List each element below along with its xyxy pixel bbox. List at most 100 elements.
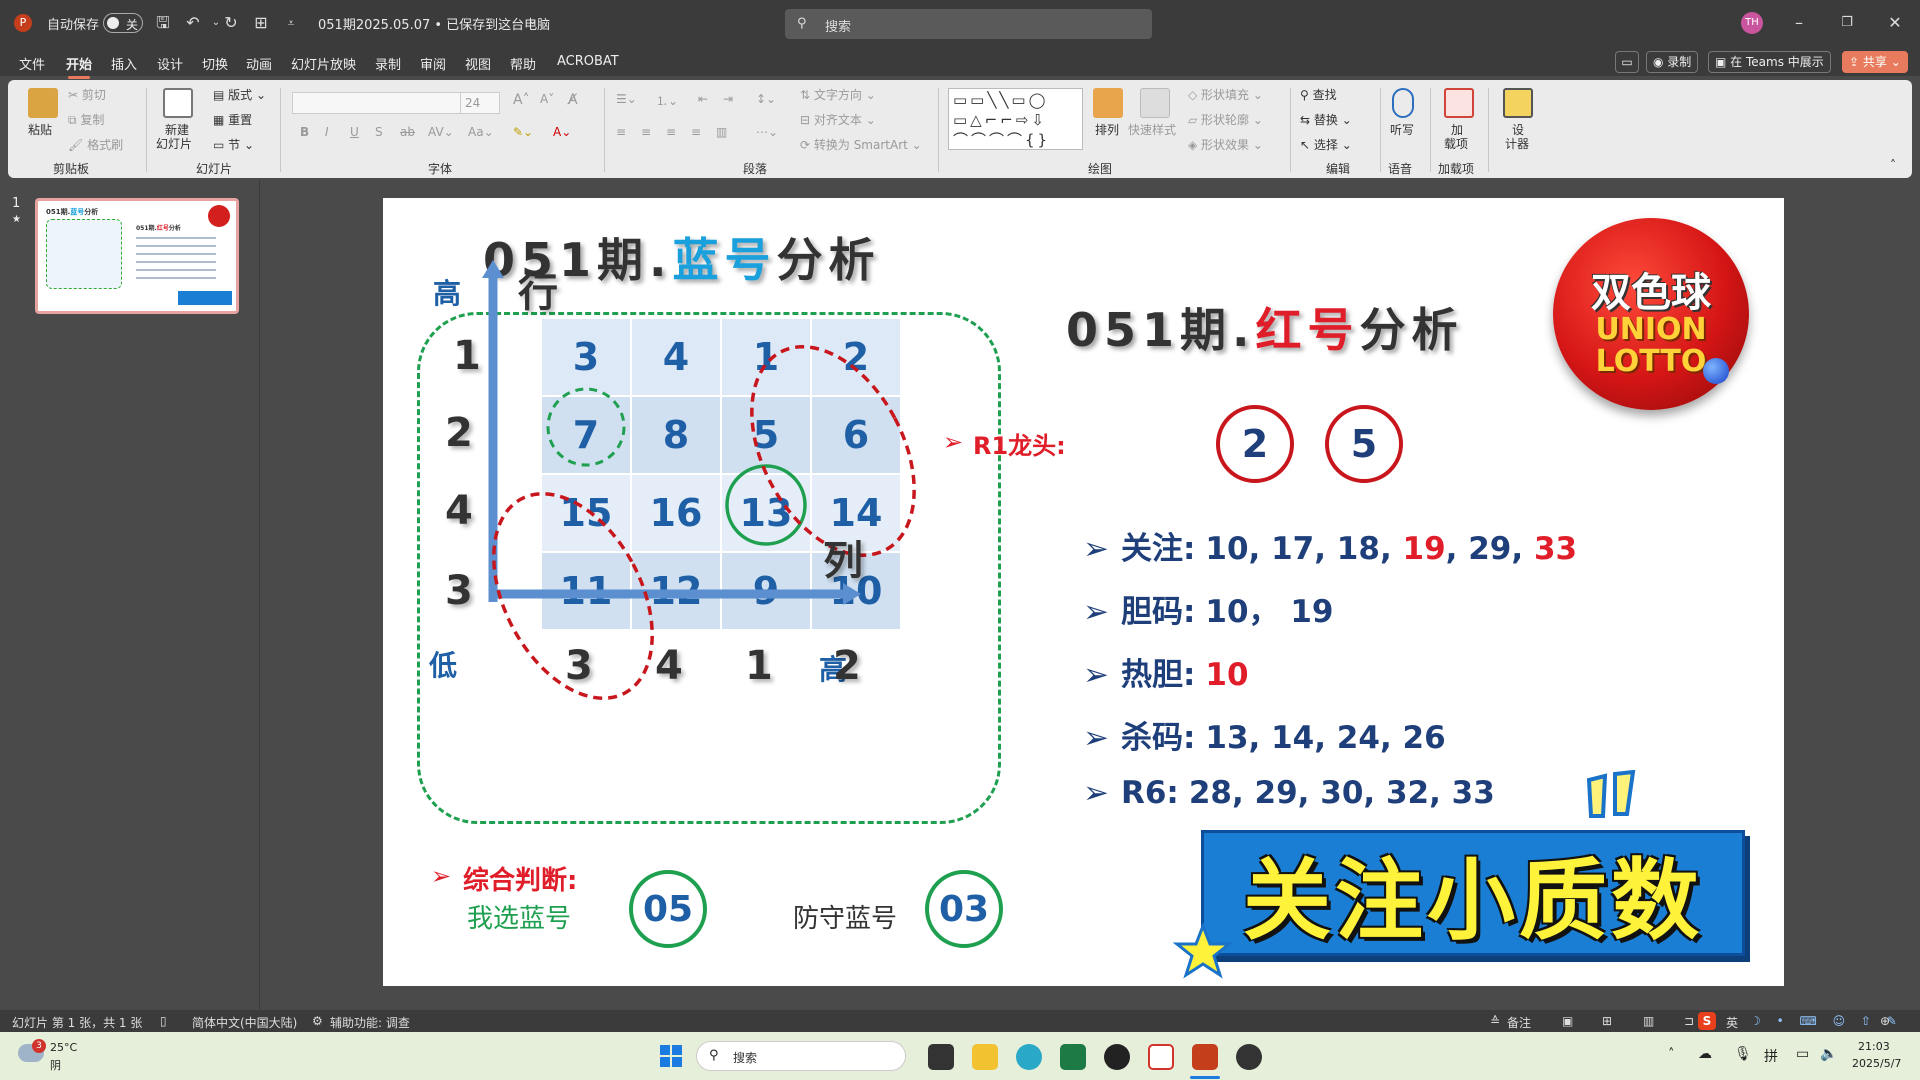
search-input[interactable]: ⚲ 搜索 xyxy=(785,9,1152,39)
tab-slideshow[interactable]: 幻灯片放映 xyxy=(291,54,356,73)
share-button[interactable]: ⇪ 共享 ⌄ xyxy=(1842,51,1908,73)
tab-acrobat[interactable]: ACROBAT xyxy=(557,54,619,69)
align-right-icon[interactable]: ≡ xyxy=(666,125,676,139)
layout-button[interactable]: ▤ 版式 ⌄ xyxy=(213,86,266,103)
reset-button[interactable]: ▦ 重置 xyxy=(213,111,252,128)
quick-styles-icon[interactable] xyxy=(1140,88,1170,118)
autosave-toggle[interactable]: 关 xyxy=(103,13,143,33)
save-icon[interactable]: 🖫 xyxy=(152,12,174,34)
microphone-tray-icon[interactable]: 🎙 xyxy=(1734,1046,1752,1062)
decrease-font-icon[interactable]: A˅ xyxy=(540,92,554,106)
powerpoint-taskbar-icon[interactable] xyxy=(1192,1044,1218,1070)
tab-help[interactable]: 帮助 xyxy=(510,54,536,73)
bold-icon[interactable]: B xyxy=(300,125,309,139)
fit-to-window-icon[interactable]: ⊕ xyxy=(1880,1014,1890,1028)
find-button[interactable]: ⚲ 查找 xyxy=(1300,86,1337,103)
present-icon[interactable]: ⊞ xyxy=(250,12,272,34)
increase-indent-icon[interactable]: ⇥ xyxy=(723,92,733,106)
shadow-icon[interactable]: S xyxy=(375,125,383,139)
underline-icon[interactable]: U xyxy=(350,125,359,139)
proofing-icon[interactable]: ▯ xyxy=(160,1014,167,1028)
redo-icon[interactable]: ↻ xyxy=(220,12,242,34)
italic-icon[interactable]: I xyxy=(325,125,329,139)
shape-outline-button[interactable]: ▱ 形状轮廓 ⌄ xyxy=(1188,111,1263,128)
text-direction-button[interactable]: ⇅ 文字方向 ⌄ xyxy=(800,86,876,103)
tab-insert[interactable]: 插入 xyxy=(111,54,137,73)
dictate-button[interactable]: 听写 xyxy=(1390,121,1414,138)
increase-font-icon[interactable]: A˄ xyxy=(513,92,530,108)
weather-description[interactable]: 阴 xyxy=(50,1057,61,1073)
document-title[interactable]: 051期2025.05.07 • 已保存到这台电脑 xyxy=(318,14,550,33)
media-player-icon[interactable] xyxy=(1104,1044,1130,1070)
shape-effects-button[interactable]: ◈ 形状效果 ⌄ xyxy=(1188,136,1263,153)
new-slide-label-2[interactable]: 幻灯片 xyxy=(156,135,192,152)
smartart-button[interactable]: ⟳ 转换为 SmartArt ⌄ xyxy=(800,136,922,153)
shape-fill-button[interactable]: ◇ 形状填充 ⌄ xyxy=(1188,86,1263,103)
align-left-icon[interactable]: ≡ xyxy=(616,125,626,139)
character-spacing-icon[interactable]: AV⌄ xyxy=(428,125,454,139)
justify-icon[interactable]: ≡ xyxy=(691,125,701,139)
format-painter-button[interactable]: 🖌 格式刷 xyxy=(68,136,123,153)
designer-icon[interactable] xyxy=(1503,88,1533,118)
slideshow-view-icon[interactable]: ⊐ xyxy=(1684,1014,1694,1028)
sogou-ime-icon[interactable]: S xyxy=(1698,1012,1716,1030)
arrange-icon[interactable] xyxy=(1093,88,1123,118)
font-size-field[interactable]: 24 xyxy=(460,92,500,114)
align-text-button[interactable]: ⊟ 对齐文本 ⌄ xyxy=(800,111,876,128)
edge-icon[interactable] xyxy=(1016,1044,1042,1070)
start-icon[interactable] xyxy=(660,1045,682,1067)
decrease-indent-icon[interactable]: ⇤ xyxy=(698,92,708,106)
strikethrough-icon[interactable]: ab xyxy=(400,125,415,139)
paragraph-options-icon[interactable]: ⋯⌄ xyxy=(756,125,778,139)
input-method-icon[interactable]: 拼 xyxy=(1764,1046,1778,1066)
clear-formatting-icon[interactable]: A̸ xyxy=(568,92,578,108)
present-in-teams-button[interactable]: ▣ 在 Teams 中展示 xyxy=(1708,51,1831,73)
select-button[interactable]: ↖ 选择 ⌄ xyxy=(1300,136,1352,153)
task-view-icon[interactable] xyxy=(928,1044,954,1070)
undo-icon[interactable]: ↶ xyxy=(182,12,204,34)
microphone-icon[interactable] xyxy=(1392,88,1414,118)
paste-icon[interactable] xyxy=(28,88,58,118)
add-ins-label-2[interactable]: 载项 xyxy=(1444,135,1468,152)
align-center-icon[interactable]: ≡ xyxy=(641,125,651,139)
tab-home[interactable]: 开始 xyxy=(66,54,92,79)
volume-icon[interactable]: 🔈 xyxy=(1820,1046,1837,1062)
tab-design[interactable]: 设计 xyxy=(157,54,183,73)
notes-button[interactable]: 备注 xyxy=(1507,1014,1531,1031)
font-color-icon[interactable]: A⌄ xyxy=(553,125,571,139)
user-avatar[interactable]: TH xyxy=(1741,12,1763,34)
tab-view[interactable]: 视图 xyxy=(465,54,491,73)
title-chevron-down-icon[interactable]: ⌄ xyxy=(528,14,537,27)
excel-icon[interactable] xyxy=(1060,1044,1086,1070)
accessibility-status[interactable]: 辅助功能: 调查 xyxy=(330,1014,410,1031)
section-button[interactable]: ▭ 节 ⌄ xyxy=(213,136,254,153)
arrange-button[interactable]: 排列 xyxy=(1095,121,1119,138)
record-button[interactable]: ◉ 录制 xyxy=(1646,51,1699,73)
tab-animations[interactable]: 动画 xyxy=(246,54,272,73)
highlight-icon[interactable]: ✎⌄ xyxy=(513,125,533,139)
clock-time[interactable]: 21:03 xyxy=(1858,1040,1890,1053)
font-name-field[interactable] xyxy=(292,92,462,114)
app-icon[interactable] xyxy=(1236,1044,1262,1070)
paste-button[interactable]: 粘贴 xyxy=(28,121,52,138)
change-case-icon[interactable]: Aa⌄ xyxy=(468,125,494,139)
restore-icon[interactable]: ❐ xyxy=(1836,12,1858,34)
cut-button[interactable]: ✂ 剪切 xyxy=(68,86,106,103)
slide-canvas[interactable]: 051期.蓝号分析 3 4 1 2 7 8 5 6 15 16 13 14 11… xyxy=(383,198,1784,986)
quick-styles-button[interactable]: 快速样式 xyxy=(1128,121,1176,138)
tab-review[interactable]: 审阅 xyxy=(420,54,446,73)
temperature[interactable]: 25°C xyxy=(50,1041,77,1054)
slide-sorter-icon[interactable]: ⊞ xyxy=(1602,1014,1612,1028)
designer-label-2[interactable]: 计器 xyxy=(1505,135,1529,152)
bullets-icon[interactable]: ☰⌄ xyxy=(616,92,637,106)
tray-chevron-icon[interactable]: ˄ xyxy=(1668,1047,1675,1062)
taskbar-search[interactable]: ⚲ 搜索 xyxy=(696,1041,906,1071)
replace-button[interactable]: ⇆ 替换 ⌄ xyxy=(1300,111,1352,128)
language-indicator[interactable]: 简体中文(中国大陆) xyxy=(192,1014,297,1031)
collapse-ribbon-icon[interactable]: ˄ xyxy=(1890,158,1896,172)
network-icon[interactable]: ▭ xyxy=(1796,1046,1809,1062)
copy-button[interactable]: ⧉ 复制 xyxy=(68,111,104,128)
normal-view-icon[interactable]: ▣ xyxy=(1562,1014,1573,1028)
line-spacing-icon[interactable]: ↕⌄ xyxy=(756,92,776,106)
minimize-icon[interactable]: – xyxy=(1788,12,1810,34)
